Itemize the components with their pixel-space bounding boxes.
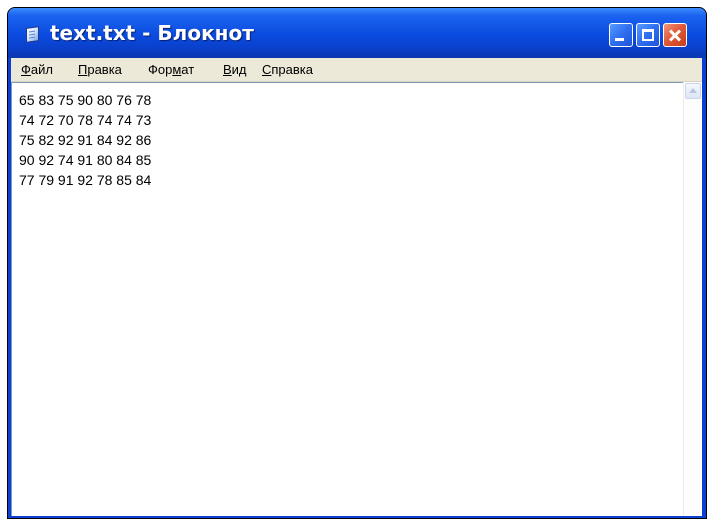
menu-view[interactable]: Вид (223, 62, 247, 77)
maximize-icon (642, 29, 654, 41)
menu-file-label: айл (30, 62, 53, 77)
maximize-button[interactable] (636, 23, 660, 47)
scroll-up-button[interactable] (685, 83, 701, 99)
menu-format[interactable]: Формат (148, 62, 194, 77)
menu-file[interactable]: Файл (21, 62, 53, 77)
close-button[interactable] (663, 23, 687, 47)
close-icon (664, 24, 686, 46)
text-line: 75 82 92 91 84 92 86 (19, 132, 152, 148)
minimize-button[interactable] (609, 23, 633, 47)
text-editor[interactable]: 65 83 75 90 80 76 78 74 72 70 78 74 74 7… (11, 82, 683, 516)
text-line: 74 72 70 78 74 74 73 (19, 112, 152, 128)
menu-edit-label: равка (87, 62, 122, 77)
text-line: 77 79 91 92 78 85 84 (19, 172, 152, 188)
window-title: text.txt - Блокнот (50, 21, 254, 45)
vertical-scrollbar[interactable] (683, 82, 702, 516)
menu-edit[interactable]: Правка (78, 62, 122, 77)
menu-help[interactable]: Справка (262, 62, 313, 77)
scroll-up-arrow-icon (689, 88, 697, 93)
text-line: 65 83 75 90 80 76 78 (19, 92, 152, 108)
menu-view-mnemonic: В (223, 62, 232, 77)
menu-format-mnemonic: м (172, 62, 182, 77)
minimize-icon (615, 38, 624, 41)
menu-view-label: ид (231, 62, 247, 77)
menu-edit-mnemonic: П (78, 62, 88, 77)
menu-bar: Файл Правка Формат Вид Справка (11, 58, 702, 82)
menu-file-mnemonic: Ф (21, 62, 31, 77)
notepad-window: text.txt - Блокнот Файл Правка Формат Ви… (7, 7, 707, 519)
menu-help-label: правка (271, 62, 313, 77)
title-bar[interactable]: text.txt - Блокнот (8, 8, 706, 58)
menu-format-label-start: Фор (148, 62, 173, 77)
menu-help-mnemonic: С (262, 62, 272, 77)
notepad-icon[interactable] (26, 26, 39, 43)
text-line: 90 92 74 91 80 84 85 (19, 152, 152, 168)
menu-format-label-end: ат (181, 62, 195, 77)
